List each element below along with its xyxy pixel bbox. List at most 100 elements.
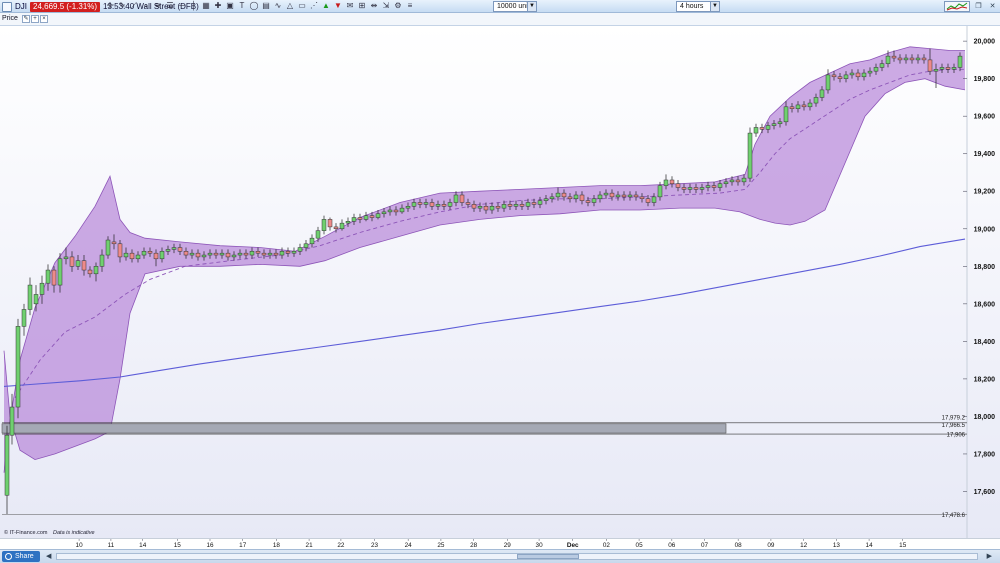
candle-body — [189, 252, 195, 256]
candle-body — [855, 72, 861, 78]
candle-body — [435, 204, 441, 207]
candle-body — [51, 269, 57, 286]
trendlines-icon[interactable]: ≡ — [405, 1, 415, 11]
grid-icon[interactable]: ▦ — [201, 1, 211, 11]
candle-body — [519, 204, 525, 207]
candle-body — [723, 181, 729, 184]
ruler-icon[interactable]: ⊞ — [357, 1, 367, 11]
interval-select[interactable]: 4 hours ▼ — [676, 1, 720, 12]
close-icon[interactable]: × — [40, 15, 48, 23]
up-arrow-icon[interactable]: ▲ — [321, 1, 331, 11]
x-tick-label: 22 — [337, 542, 345, 549]
x-tick-label: 14 — [139, 542, 147, 549]
candle-body — [63, 256, 69, 260]
pen-icon[interactable]: ✎ — [117, 1, 127, 11]
candle-body — [549, 196, 555, 200]
x-tick-label: 28 — [470, 542, 478, 549]
bars-icon[interactable]: ▤ — [261, 1, 271, 11]
candle-body — [831, 74, 837, 78]
symbol-label[interactable]: DJI — [15, 2, 27, 11]
settings-icon[interactable]: ⚙ — [393, 1, 403, 11]
x-tick-label: 15 — [899, 542, 907, 549]
candle-body — [537, 200, 543, 205]
indicator-bar: Price ✎ + × — [0, 13, 1000, 26]
candle-body — [225, 252, 231, 258]
candle-body — [699, 187, 705, 190]
window-menu-icon[interactable] — [2, 1, 12, 12]
scroll-track[interactable] — [56, 553, 978, 560]
candle-body — [795, 104, 801, 109]
box-icon[interactable]: ▣ — [225, 1, 235, 11]
wave-icon[interactable]: ∿ — [273, 1, 283, 11]
note-icon[interactable]: ✉ — [345, 1, 355, 11]
x-tick-label: 12 — [800, 542, 808, 549]
y-tick-label: 18,800 — [974, 264, 996, 271]
candle-body — [501, 204, 507, 209]
chart-type-icon[interactable] — [944, 1, 970, 12]
scroll-right-icon[interactable]: ▶ — [987, 552, 992, 560]
units-select[interactable]: 10000 units ▼ — [493, 1, 537, 12]
vline-icon[interactable]: │ — [189, 1, 199, 11]
crosshair-icon[interactable]: ✛ — [105, 1, 115, 11]
candle-body — [381, 211, 387, 215]
candle-body — [939, 67, 945, 70]
hline-icon[interactable]: ─ — [177, 1, 187, 11]
candle-body — [633, 194, 639, 198]
price-chart[interactable]: 17,600 17,800 18,000 18,200 18,400 18,600 18,8… — [0, 26, 1000, 538]
support-zone-box — [1, 423, 727, 434]
candle-body — [183, 251, 189, 256]
candle-body — [873, 67, 879, 72]
scroll-thumb[interactable] — [517, 554, 579, 559]
date-labels: 10 11 14 15 16 17 18 21 22 23 24 25 28 29 30 Dec 02 05 06 0… — [76, 539, 907, 549]
candle-body — [81, 260, 87, 271]
candle-body — [585, 200, 591, 203]
share-button[interactable]: Share — [2, 551, 40, 562]
y-tick-label: 18,000 — [974, 414, 996, 421]
x-tick-label: 13 — [833, 542, 841, 549]
candle-body — [507, 204, 513, 207]
zoom-icon[interactable]: ⌕ — [141, 1, 151, 11]
candle-body — [765, 125, 771, 130]
candle-body — [789, 106, 795, 109]
candle-body — [345, 221, 351, 224]
measure-icon[interactable]: ⇲ — [381, 1, 391, 11]
rect-icon[interactable]: ▭ — [297, 1, 307, 11]
text-icon[interactable]: T — [237, 1, 247, 11]
candle-body — [315, 230, 321, 239]
add-icon[interactable]: + — [31, 15, 39, 23]
range-icon[interactable]: ⇹ — [369, 1, 379, 11]
fib-icon[interactable]: ☰ — [165, 1, 175, 11]
line-icon[interactable]: ⟋ — [129, 1, 139, 11]
candle-body — [573, 194, 579, 200]
candle-body — [921, 57, 927, 61]
date-axis: 10 11 14 15 16 17 18 21 22 23 24 25 28 29 30 Dec 02 05 06 0… — [0, 538, 1000, 549]
scroll-left-icon[interactable]: ◀ — [46, 552, 51, 560]
candle-body — [93, 266, 99, 275]
candle-body — [657, 185, 663, 198]
triangle-icon[interactable]: △ — [285, 1, 295, 11]
drawing-tools: ✛ ✎ ⟋ ⌕ ≋ ☰ ─ │ ▦ ✚ ▣ T ◯ ▤ ∿ △ ▭ ⋰ ▲ ▼ … — [105, 1, 415, 11]
candle-body — [237, 252, 243, 256]
close-icon[interactable]: ✕ — [987, 2, 998, 12]
edit-icon[interactable]: ✎ — [22, 15, 30, 23]
chevron-down-icon: ▼ — [710, 2, 719, 11]
candle-body — [849, 72, 855, 76]
x-tick-label: 24 — [405, 542, 413, 549]
candle-body — [837, 76, 843, 79]
restore-icon[interactable]: ❐ — [973, 2, 984, 12]
channel-icon[interactable]: ≋ — [153, 1, 163, 11]
ellipse-icon[interactable]: ◯ — [249, 1, 259, 11]
down-arrow-icon[interactable]: ▼ — [333, 1, 343, 11]
candle-body — [639, 196, 645, 200]
candle-body — [57, 258, 63, 286]
candle-body — [459, 194, 465, 203]
candle-body — [933, 69, 939, 72]
cross-icon[interactable]: ✚ — [213, 1, 223, 11]
candle-body — [777, 121, 783, 124]
candle-body — [87, 269, 93, 275]
candle-body — [729, 179, 735, 183]
fan-icon[interactable]: ⋰ — [309, 1, 319, 11]
candle-body — [207, 252, 213, 256]
candle-body — [663, 179, 669, 186]
x-tick-label: 02 — [603, 542, 611, 549]
